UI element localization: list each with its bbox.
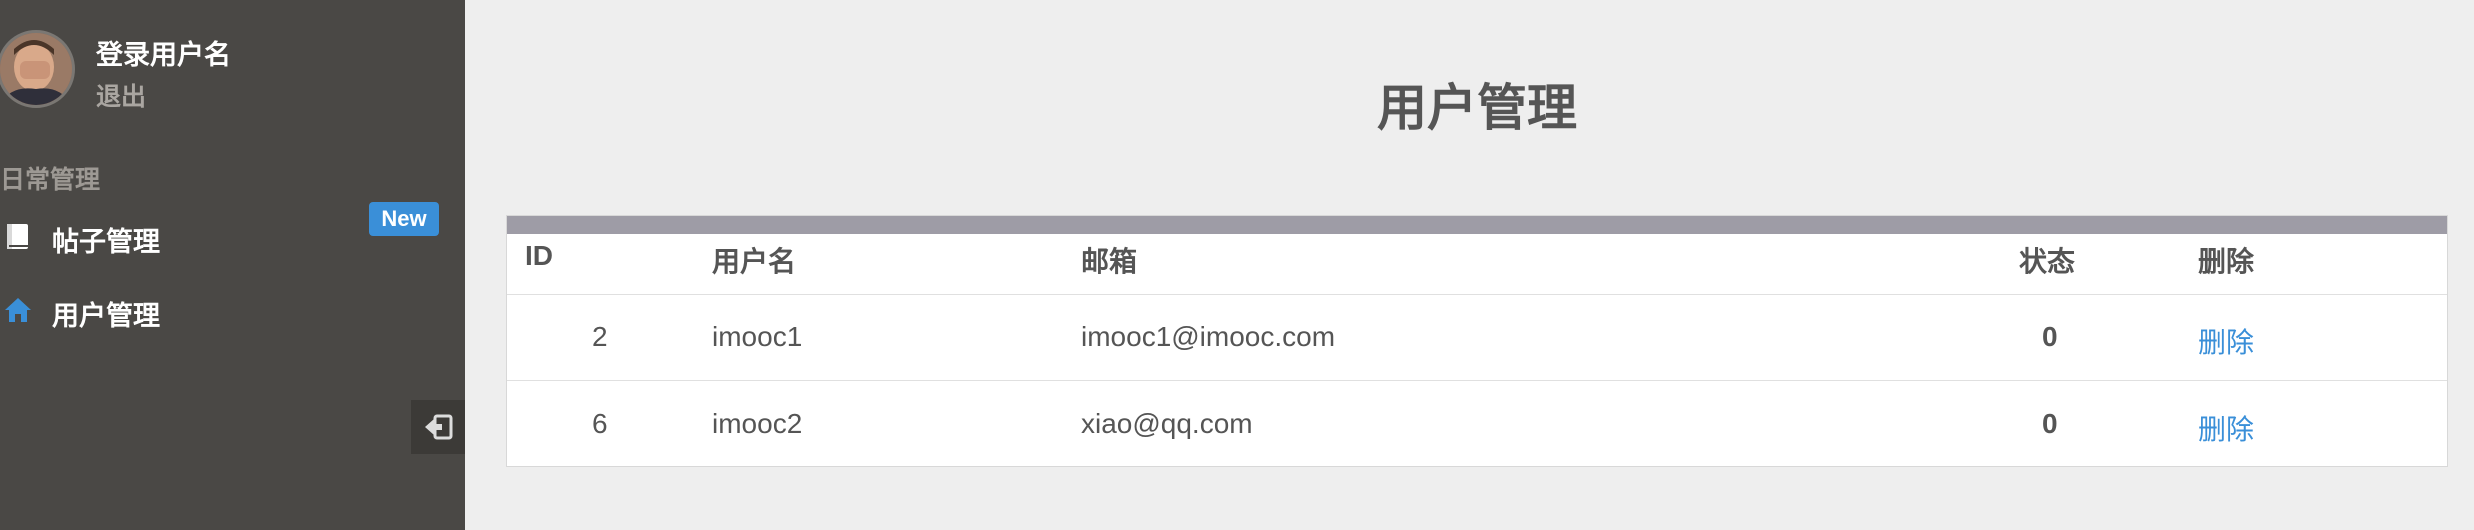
delete-link[interactable]: 删除 xyxy=(2198,408,2254,448)
sidebar-item-users[interactable]: 用户管理 xyxy=(0,281,465,337)
cell-id: 2 xyxy=(592,321,608,352)
page-title: 用户管理 xyxy=(1377,80,1577,136)
home-icon xyxy=(3,295,33,325)
table-header-bar xyxy=(507,216,2447,234)
book-icon xyxy=(3,221,33,251)
column-header-email: 邮箱 xyxy=(1081,246,1138,277)
cell-status: 0 xyxy=(2042,408,2058,439)
row-divider xyxy=(507,294,2447,295)
cell-email: imooc1@imooc.com xyxy=(1081,321,1336,352)
column-header-username: 用户名 xyxy=(712,246,797,277)
cell-email: xiao@qq.com xyxy=(1081,408,1253,439)
sidebar-collapse-button[interactable] xyxy=(411,400,465,454)
column-header-status: 状态 xyxy=(2019,246,2076,277)
cell-username: imooc2 xyxy=(712,408,803,439)
sidebar-item-label: 帖子管理 xyxy=(52,227,160,257)
column-header-delete: 删除 xyxy=(2198,246,2255,277)
section-title: 日常管理 xyxy=(0,166,101,194)
new-badge: New xyxy=(369,202,439,236)
sidebar: 登录用户名 退出 日常管理 帖子管理 New 用户管理 xyxy=(0,0,465,530)
username: 登录用户名 xyxy=(96,40,231,70)
sidebar-item-label: 用户管理 xyxy=(52,301,160,331)
users-table: ID 用户名 邮箱 状态 删除 2 imooc1 imooc1@imooc.co… xyxy=(506,215,2448,467)
cell-username: imooc1 xyxy=(712,321,803,352)
row-divider xyxy=(507,380,2447,381)
cell-status: 0 xyxy=(2042,321,2058,352)
delete-link[interactable]: 删除 xyxy=(2198,321,2254,361)
cell-id: 6 xyxy=(592,408,608,439)
logout-link[interactable]: 退出 xyxy=(96,77,146,113)
avatar[interactable] xyxy=(0,30,75,108)
column-header-id: ID xyxy=(525,240,553,271)
